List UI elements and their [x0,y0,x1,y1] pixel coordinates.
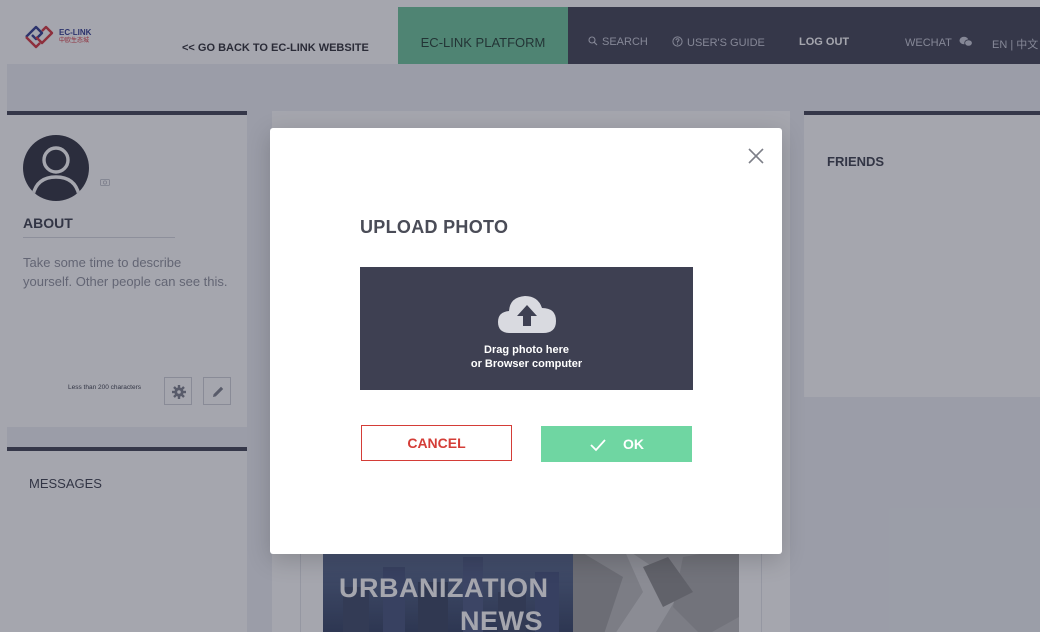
dropzone-line1: Drag photo here [484,344,569,356]
modal-title: UPLOAD PHOTO [360,217,509,237]
upload-photo-modal: UPLOAD PHOTO Drag photo here or Browser … [270,128,782,554]
dropzone-line2: or Browser computer [470,358,583,370]
close-icon [748,148,764,164]
ok-button[interactable]: OK [541,426,692,462]
check-icon [590,439,606,452]
close-button[interactable] [745,145,767,167]
photo-dropzone[interactable]: Drag photo here or Browser computer [360,267,693,390]
cancel-button[interactable]: CANCEL [361,425,512,461]
ok-button-label: OK [623,436,644,452]
cloud-upload-icon [498,296,556,333]
